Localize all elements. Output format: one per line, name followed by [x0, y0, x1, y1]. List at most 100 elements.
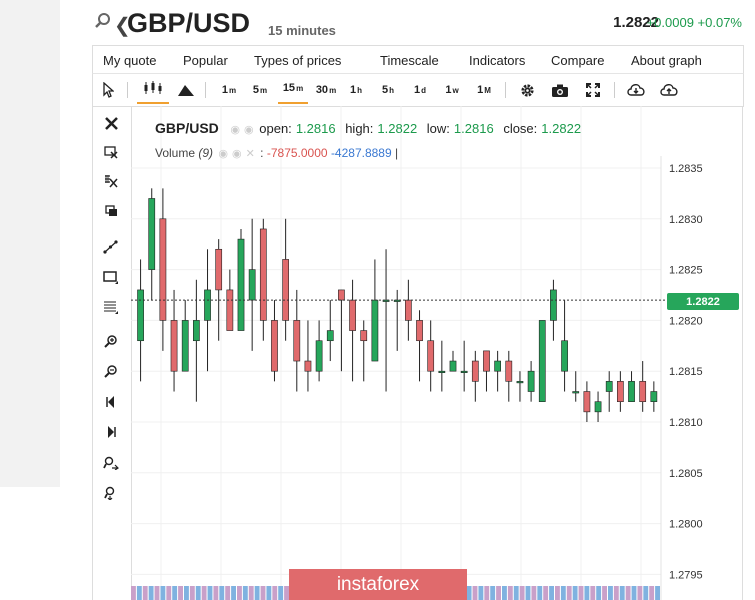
- open-value: 1.2816: [295, 121, 336, 136]
- gear-icon[interactable]: [517, 74, 537, 106]
- eye-icon[interactable]: ◉: [218, 147, 228, 160]
- rectangle-icon[interactable]: [93, 265, 129, 289]
- gear-icon[interactable]: ◉: [244, 123, 254, 136]
- watermark-logo: instaforex: [289, 569, 467, 600]
- candle-body: [338, 289, 345, 301]
- volume-bar: [154, 586, 160, 600]
- candlestick-chart-icon[interactable]: [137, 74, 169, 104]
- scroll-right-icon[interactable]: [93, 420, 129, 444]
- price-chart[interactable]: 1.2835 1.2830 1.2825 1.2820 1.2815 1.2810 1.28…: [131, 106, 742, 600]
- timeframe-1d[interactable]: 1d: [409, 74, 431, 106]
- volume-bar: [649, 586, 655, 600]
- trend-line-icon[interactable]: [93, 235, 129, 259]
- menu-my-quote[interactable]: My quote: [103, 53, 156, 68]
- candle-body: [237, 238, 245, 331]
- volume-bar: [519, 586, 525, 600]
- upload-icon[interactable]: [658, 74, 680, 106]
- menu-indicators[interactable]: Indicators: [469, 53, 525, 68]
- volume-bar: [643, 586, 649, 600]
- volume-bar: [490, 586, 496, 600]
- candle-body: [137, 289, 144, 342]
- volume-bar: [478, 586, 484, 600]
- close-icon[interactable]: [93, 111, 129, 135]
- zoom-out-icon[interactable]: [93, 359, 129, 383]
- menu-compare[interactable]: Compare: [551, 53, 604, 68]
- menu-popular[interactable]: Popular: [183, 53, 228, 68]
- fibonacci-icon[interactable]: [93, 295, 129, 319]
- low-value: 1.2816: [453, 121, 494, 136]
- volume-bar: [590, 586, 596, 600]
- chart-area[interactable]: 1.2835 1.2830 1.2825 1.2820 1.2815 1.2810 1.28…: [131, 106, 743, 600]
- timeframe-1h[interactable]: 1h: [345, 74, 367, 106]
- volume-bar: [148, 586, 154, 600]
- y-tick-label: 1.2805: [669, 468, 703, 480]
- reset-zoom-icon[interactable]: [93, 481, 129, 505]
- candle-body: [192, 320, 200, 342]
- candle-body: [449, 360, 457, 372]
- candle-body: [550, 289, 557, 321]
- volume-bar: [219, 586, 225, 600]
- cursor-icon[interactable]: [99, 74, 117, 106]
- volume-cursor: |: [395, 146, 399, 160]
- timeframe-1M[interactable]: 1M: [473, 74, 495, 106]
- remove-selected-icon[interactable]: [93, 140, 129, 164]
- volume-bar: [625, 586, 631, 600]
- candle-body: [650, 391, 658, 402]
- volume-bar: [549, 586, 554, 600]
- volume-bar: [201, 586, 207, 600]
- candle-body: [572, 391, 580, 394]
- camera-icon[interactable]: [549, 74, 571, 106]
- left-gray-panel: [0, 0, 60, 487]
- menu-about-graph[interactable]: About graph: [631, 53, 702, 68]
- timeframe-1w[interactable]: 1w: [441, 74, 463, 106]
- search-icon[interactable]: [94, 12, 112, 30]
- chart-toolbar: 1m 5m 15 m 30 m 1h 5h 1d 1w 1M: [92, 73, 744, 107]
- y-tick-label: 1.2835: [669, 163, 703, 175]
- remove-all-icon[interactable]: [93, 169, 129, 193]
- volume-bar: [195, 586, 201, 600]
- clone-icon[interactable]: [93, 199, 129, 223]
- volume-bar: [513, 586, 519, 600]
- volume-bar: [207, 586, 213, 600]
- scroll-left-icon[interactable]: [93, 390, 129, 414]
- candle-body: [494, 360, 502, 372]
- volume-bar: [184, 586, 189, 600]
- candle-body: [371, 299, 379, 362]
- y-tick-label: 1.2815: [669, 366, 703, 378]
- area-chart-icon[interactable]: [175, 74, 197, 106]
- menu-types-of-prices[interactable]: Types of prices: [254, 53, 341, 68]
- volume-bar: [172, 586, 178, 600]
- chart-menu: My quote Popular Types of prices Timesca…: [92, 45, 744, 74]
- eye-icon[interactable]: ◉: [230, 123, 240, 136]
- y-tick-label: 1.2800: [669, 519, 703, 531]
- zoom-in-icon[interactable]: [93, 329, 129, 353]
- candle-body: [616, 381, 624, 402]
- gear-icon[interactable]: ◉: [232, 147, 242, 160]
- candle-body: [282, 259, 289, 321]
- timeframe-5h[interactable]: 5h: [377, 74, 399, 106]
- candle-body: [516, 381, 524, 384]
- volume-bar: [507, 586, 513, 600]
- volume-label: Volume: [155, 146, 196, 160]
- volume-bar: [537, 586, 543, 600]
- volume-bar: [142, 586, 148, 600]
- menu-timescale[interactable]: Timescale: [380, 53, 439, 68]
- timeframe-1m[interactable]: 1m: [217, 74, 241, 106]
- y-tick-label: 1.2810: [669, 417, 703, 429]
- candle-body: [326, 330, 334, 342]
- timeframe-15m[interactable]: 15 m: [278, 74, 308, 104]
- zoom-in-right-icon[interactable]: [93, 451, 129, 475]
- fullscreen-icon[interactable]: [582, 74, 604, 106]
- candle-body: [460, 370, 468, 374]
- download-icon[interactable]: [625, 74, 647, 106]
- close-icon[interactable]: ✕: [246, 147, 255, 160]
- volume-bar: [572, 586, 578, 600]
- candle-body: [538, 320, 546, 402]
- candle-body: [404, 299, 412, 321]
- volume-param: (9): [198, 146, 214, 160]
- volume-bar: [472, 586, 478, 600]
- volume-bar: [178, 586, 183, 600]
- close-label: close:: [503, 121, 538, 136]
- timeframe-5m[interactable]: 5m: [248, 74, 272, 106]
- timeframe-30m[interactable]: 30 m: [311, 74, 341, 106]
